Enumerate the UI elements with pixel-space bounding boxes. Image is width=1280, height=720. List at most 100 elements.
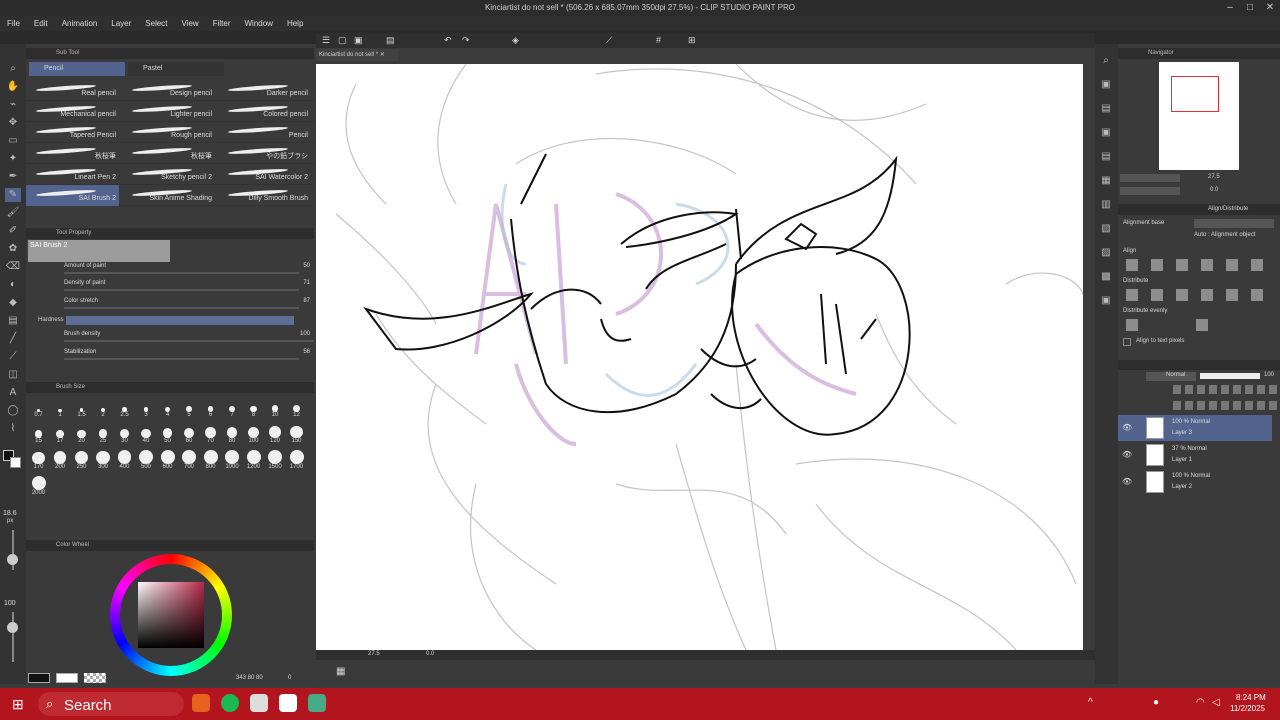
brush-size-option[interactable]: 400 <box>114 450 135 470</box>
property-stabilization[interactable]: Stabilization 56 <box>64 349 324 360</box>
clock-date[interactable]: 11/2/2025 <box>1230 704 1265 713</box>
brush-size-option[interactable]: 120 <box>265 424 286 444</box>
hardness-selector[interactable] <box>66 316 294 325</box>
brush-size-option[interactable]: 3 <box>136 398 157 418</box>
brush-size-option[interactable]: 2 <box>93 398 114 418</box>
brush-item[interactable]: SAI Watercolor 2 <box>218 164 311 185</box>
blend-mode-select[interactable]: Normal <box>1146 372 1196 381</box>
minimize-icon[interactable]: – <box>1220 0 1240 16</box>
panel-icon[interactable]: ▧ <box>1098 222 1114 236</box>
ruler-snap-icon[interactable]: ⟋ <box>606 35 612 46</box>
navigator-angle-slider[interactable] <box>1120 187 1180 195</box>
brush-size-option[interactable]: 1500 <box>265 450 286 470</box>
brush-size-option[interactable]: 1.5 <box>71 398 92 418</box>
panel-icon[interactable]: ▦ <box>1098 174 1114 188</box>
brush-size-option[interactable]: 500 <box>136 450 157 470</box>
size-slider-thumb[interactable] <box>7 554 18 565</box>
redo-icon[interactable]: ↷ <box>462 35 470 46</box>
eyedropper-icon[interactable]: ⌁ <box>5 98 21 112</box>
hue-ring[interactable] <box>110 554 232 676</box>
clip-studio-icon[interactable] <box>279 694 297 712</box>
close-icon[interactable]: ✕ <box>1260 0 1280 16</box>
layer-toolbar[interactable] <box>1173 385 1278 394</box>
frame-icon[interactable]: ◫ <box>5 368 21 382</box>
firefox-icon[interactable] <box>192 694 210 712</box>
navigator-zoom-slider[interactable] <box>1120 174 1180 182</box>
brush-size-option[interactable]: 7 <box>222 398 243 418</box>
main-color-chip[interactable] <box>28 673 50 683</box>
brush-icon[interactable]: 🖌 <box>5 206 21 220</box>
brush-item[interactable]: Tapered Pencil <box>26 122 119 143</box>
menu-file[interactable]: File <box>0 16 27 31</box>
open-icon[interactable]: ▣ <box>354 35 363 46</box>
grid-icon[interactable]: # <box>656 35 661 45</box>
brush-item[interactable]: Pencil <box>218 122 311 143</box>
brush-size-option[interactable]: 80 <box>222 424 243 444</box>
brush-item[interactable]: Real pencil <box>26 80 119 101</box>
figure-icon[interactable]: ╱ <box>5 332 21 346</box>
saturation-value-square[interactable] <box>138 582 204 648</box>
distribute-buttons[interactable] <box>1126 289 1266 301</box>
brush-item[interactable]: Skin Anime Shading <box>122 185 215 206</box>
drawing-canvas[interactable] <box>316 64 1083 650</box>
brush-item[interactable]: Darker pencil <box>218 80 311 101</box>
layer-opacity-slider[interactable] <box>1200 373 1260 379</box>
brush-item[interactable]: Colored pencil <box>218 101 311 122</box>
brush-size-option[interactable]: 0.7 <box>28 398 49 418</box>
timeline-icon[interactable]: ▦ <box>336 666 345 677</box>
alignment-base-buttons[interactable] <box>1194 219 1274 228</box>
menu-edit[interactable]: Edit <box>27 16 55 31</box>
visibility-icon[interactable]: 👁 <box>1122 477 1132 486</box>
panel-icon[interactable]: ▤ <box>1098 102 1114 116</box>
text-icon[interactable]: A <box>5 386 21 400</box>
brush-size-option[interactable]: 25 <box>93 424 114 444</box>
tab-pastel[interactable]: Pastel <box>128 62 224 76</box>
wifi-icon[interactable]: ◠ <box>1196 697 1205 708</box>
search-icon[interactable]: ⌕ <box>1098 54 1114 68</box>
microphone-icon[interactable]: ● <box>1153 697 1159 708</box>
brush-size-option[interactable]: 600 <box>157 450 178 470</box>
layer-toolbar-2[interactable] <box>1173 401 1278 410</box>
menu-layer[interactable]: Layer <box>104 16 138 31</box>
fill-icon[interactable]: ◆ <box>5 296 21 310</box>
app-icon[interactable] <box>250 694 268 712</box>
brush-size-option[interactable]: 20 <box>71 424 92 444</box>
brush-size-option[interactable]: 1000 <box>222 450 243 470</box>
brush-item[interactable]: 秋桜筆 <box>26 143 119 164</box>
brush-size-option[interactable]: 17 <box>50 424 71 444</box>
brush-size-option[interactable]: 8 <box>243 398 264 418</box>
taskbar-search[interactable]: ⌕ Search <box>38 692 184 716</box>
save-icon[interactable]: ▤ <box>386 35 395 46</box>
panel-icon[interactable]: ▣ <box>1098 126 1114 140</box>
text-pixels-checkbox[interactable] <box>1123 338 1131 346</box>
zoom-icon[interactable]: ⌕ <box>5 62 21 76</box>
clock-time[interactable]: 8:24 PM <box>1236 693 1266 702</box>
gradient-icon[interactable]: ▤ <box>5 314 21 328</box>
menu-help[interactable]: Help <box>280 16 310 31</box>
brush-item[interactable]: 秋桜筆 <box>122 143 215 164</box>
brush-item[interactable]: Dilly Smooth Brush <box>218 185 311 206</box>
decoration-icon[interactable]: ✿ <box>5 242 21 256</box>
airbrush-icon[interactable]: ✐ <box>5 224 21 238</box>
hand-icon[interactable]: ✋ <box>5 80 21 94</box>
brush-size-option[interactable]: 50 <box>157 424 178 444</box>
brush-size-option[interactable]: 1 <box>50 398 71 418</box>
brush-size-option[interactable]: 60 <box>179 424 200 444</box>
ruler-icon[interactable]: ⟋ <box>5 350 21 364</box>
brush-size-option[interactable]: 15 <box>28 424 49 444</box>
app-icon[interactable] <box>308 694 326 712</box>
brush-size-option[interactable]: 1200 <box>243 450 264 470</box>
guide-icon[interactable]: ⊞ <box>688 35 696 46</box>
panel-icon[interactable]: ▣ <box>1098 78 1114 92</box>
layer-row[interactable]: 👁 100 % Normal Layer 2 <box>1118 469 1272 495</box>
brush-size-option[interactable]: 70 <box>200 424 221 444</box>
layer-row[interactable]: 👁 37 % Normal Layer 1 <box>1118 442 1272 468</box>
visibility-icon[interactable]: 👁 <box>1122 423 1132 432</box>
opacity-slider-thumb[interactable] <box>7 622 18 633</box>
new-file-icon[interactable]: ▢ <box>338 35 347 46</box>
brush-size-option[interactable]: 4 <box>157 398 178 418</box>
brush-size-option[interactable]: 170 <box>28 450 49 470</box>
brush-size-option[interactable]: 100 <box>243 424 264 444</box>
windows-start-icon[interactable]: ⊞ <box>12 696 24 713</box>
brush-size-option[interactable]: 1700 <box>286 450 307 470</box>
